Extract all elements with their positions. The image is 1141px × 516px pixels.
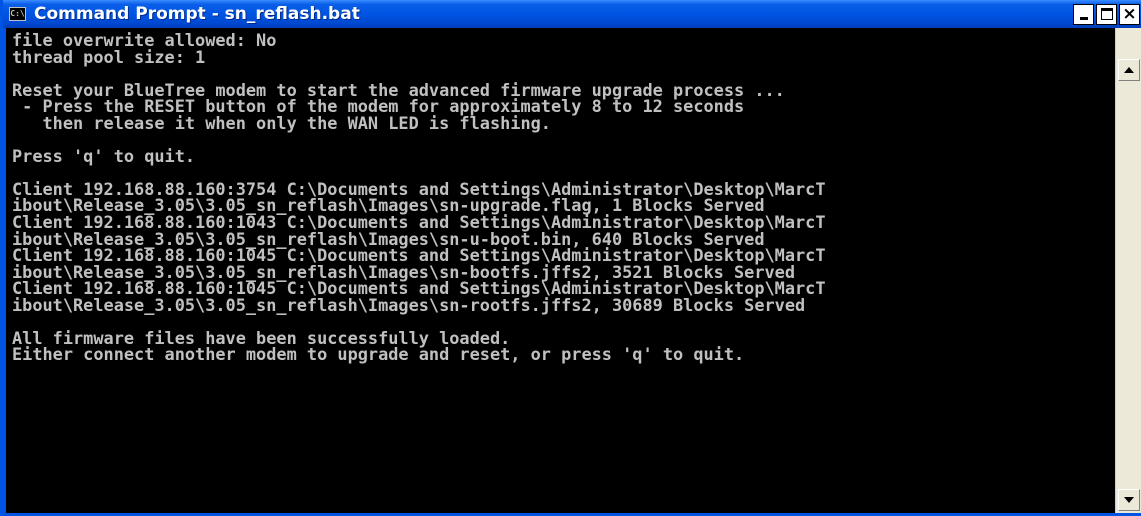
console-line: Press 'q' to quit. <box>12 145 196 166</box>
console-text: file overwrite allowed: No thread pool s… <box>6 28 1115 363</box>
minimize-button[interactable] <box>1073 4 1094 25</box>
command-prompt-window: C:\ Command Prompt - sn_reflash.bat × fi… <box>0 0 1141 516</box>
close-icon: × <box>1122 4 1137 24</box>
console-line: then release it when only the WAN LED is… <box>12 112 551 133</box>
arrow-down-icon <box>1124 497 1134 503</box>
console-line: ibout\Release_3.05\3.05_sn_reflash\Image… <box>12 294 806 315</box>
console-line: thread pool size: 1 <box>12 46 206 67</box>
vertical-scrollbar[interactable] <box>1115 28 1141 513</box>
window-title: Command Prompt - sn_reflash.bat <box>34 4 360 24</box>
scroll-up-button[interactable] <box>1118 59 1140 81</box>
maximize-button[interactable] <box>1096 4 1117 25</box>
console-output[interactable]: file overwrite allowed: No thread pool s… <box>6 28 1115 513</box>
arrow-up-icon <box>1124 67 1134 73</box>
title-bar[interactable]: C:\ Command Prompt - sn_reflash.bat × <box>3 0 1141 28</box>
maximize-icon <box>1101 8 1113 20</box>
minimize-icon <box>1080 17 1088 20</box>
console-line: Either connect another modem to upgrade … <box>12 344 745 365</box>
close-button[interactable]: × <box>1119 4 1140 25</box>
scroll-down-button[interactable] <box>1118 489 1140 511</box>
cmd-icon[interactable]: C:\ <box>9 7 26 21</box>
scroll-track[interactable] <box>1118 83 1140 487</box>
